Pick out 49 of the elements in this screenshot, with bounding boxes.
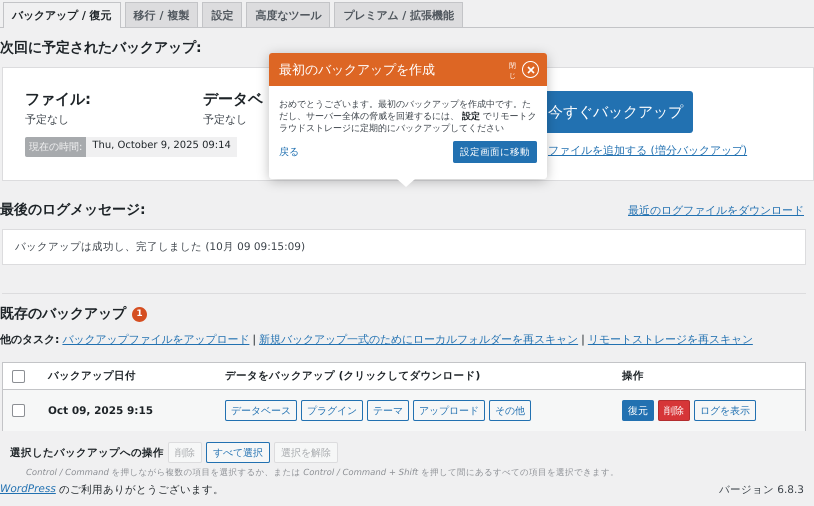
download-button[interactable]: プラグイン bbox=[301, 400, 363, 421]
download-button[interactable]: アップロード bbox=[413, 400, 485, 421]
tab[interactable]: プレミアム / 拡張機能 bbox=[334, 2, 464, 27]
bulk-label: 選択したバックアップへの操作 bbox=[10, 446, 164, 460]
checkbox[interactable] bbox=[12, 404, 25, 417]
column-header: 操作 bbox=[622, 369, 644, 383]
section-heading: 既存のバックアップ bbox=[0, 305, 126, 323]
popover-title: 最初のバックアップを作成 bbox=[279, 62, 436, 78]
files-label: ファイル: bbox=[25, 90, 91, 110]
task-link[interactable]: リモートストレージを再スキャン bbox=[588, 332, 753, 346]
count-badge: 1 bbox=[132, 306, 147, 322]
help-text: Control / Command を押しながら複数の項目を選択するか、または Control / Command + Shift を押して間にあるすべての項目を選択できます。 bbox=[25, 467, 620, 479]
time-label: 現在の時間: bbox=[25, 137, 86, 157]
task-link[interactable]: 新規バックアップ一式のためにローカルフォルダーを再スキャン bbox=[259, 332, 578, 346]
action-button[interactable]: 復元 bbox=[622, 400, 654, 421]
separator: | bbox=[581, 332, 585, 346]
close-icon[interactable] bbox=[522, 61, 539, 78]
log-message: バックアップは成功し、完了しました (10月 09 09:15:09) bbox=[2, 229, 806, 265]
popover-text: おめでとうございます。最初のバックアップを作成中です。ただし、サーバー全体の脅威を回避するには、 設定 でリモートクラウドストレージに定期的にバックアップしてください bbox=[278, 98, 538, 136]
tab[interactable]: 移行 / 複製 bbox=[124, 2, 198, 27]
download-button[interactable]: テーマ bbox=[367, 400, 409, 421]
tab[interactable]: 設定 bbox=[202, 2, 242, 27]
database-label: データベ bbox=[203, 90, 263, 110]
section-heading: 次回に予定されたバックアップ: bbox=[0, 38, 202, 56]
section-heading: 最後のログメッセージ: bbox=[0, 201, 146, 219]
separator: | bbox=[252, 332, 256, 346]
wordpress-link[interactable]: WordPress bbox=[0, 483, 56, 497]
tab[interactable]: バックアップ / 復元 bbox=[3, 2, 121, 28]
column-header: データをバックアップ (クリックしてダウンロード) bbox=[225, 369, 480, 383]
go-to-settings-button[interactable]: 設定画面に移動 bbox=[453, 141, 537, 164]
task-link[interactable]: バックアップファイルをアップロード bbox=[62, 332, 250, 346]
database-value: 予定なし bbox=[203, 112, 247, 127]
action-button[interactable]: 削除 bbox=[658, 400, 690, 421]
backup-date: Oct 09, 2025 9:15 bbox=[48, 404, 154, 416]
bulk-button[interactable]: すべて選択 bbox=[206, 442, 270, 463]
column-header: バックアップ日付 bbox=[48, 369, 136, 383]
download-button[interactable]: データベース bbox=[225, 400, 297, 421]
footer-text: のご利用ありがとうございます。 bbox=[58, 483, 224, 497]
files-value: 予定なし bbox=[25, 112, 69, 127]
back-link[interactable]: 戻る bbox=[279, 145, 299, 160]
version-text: バージョン 6.8.3 bbox=[718, 483, 804, 497]
checkbox[interactable] bbox=[12, 370, 25, 382]
incremental-backup-link[interactable]: ファイルを追加する (増分バックアップ) bbox=[548, 143, 748, 158]
tab[interactable]: 高度なツール bbox=[246, 2, 330, 27]
tasks-label: 他のタスク: bbox=[0, 332, 60, 346]
download-log-link[interactable]: 最近のログファイルをダウンロード bbox=[628, 202, 804, 218]
download-button[interactable]: その他 bbox=[489, 400, 531, 421]
time-value: Thu, October 9, 2025 09:14 bbox=[86, 137, 237, 157]
action-button[interactable]: ログを表示 bbox=[694, 400, 756, 421]
